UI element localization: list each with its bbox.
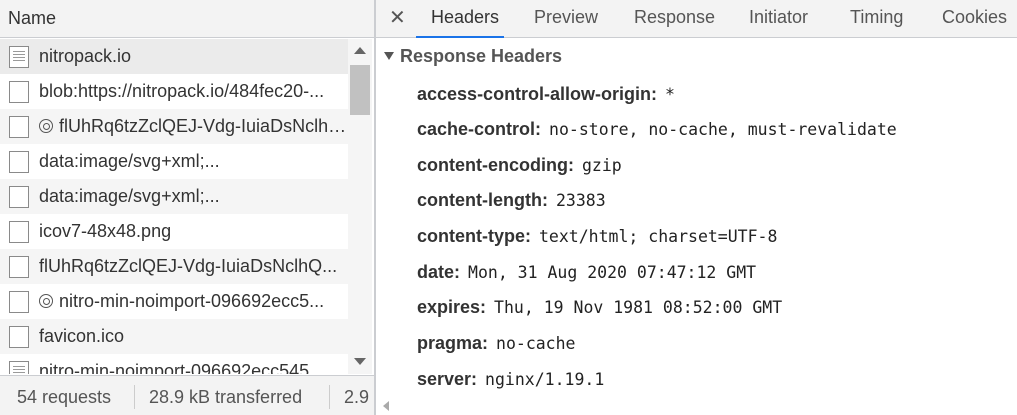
section-title: Response Headers [400, 46, 563, 66]
header-value: no-store, no-cache, must-revalidate [549, 120, 897, 139]
file-icon [9, 151, 29, 173]
response-headers-section: Response Headers access-control-allow-or… [376, 38, 1017, 398]
request-count: 54 requests [17, 387, 112, 407]
header-value: Mon, 31 Aug 2020 07:47:12 GMT [468, 263, 757, 282]
header-key: content-length: [417, 190, 548, 210]
file-icon [9, 291, 29, 313]
close-icon[interactable]: ✕ [389, 5, 406, 30]
header-row: access-control-allow-origin: * [417, 84, 675, 105]
scroll-down-arrow-icon[interactable] [354, 358, 366, 365]
request-row[interactable]: flUhRq6tzZclQEJ-Vdg-IuiaDsNclhQ... [0, 249, 348, 284]
request-row[interactable]: icov7-48x48.png [0, 214, 348, 249]
status-separator [134, 385, 135, 409]
request-list: nitropack.io blob:https://nitropack.io/4… [0, 39, 348, 374]
request-name: flUhRq6tzZclQEJ-Vdg-IuiaDsNclhQ... [59, 116, 347, 136]
file-icon [9, 116, 29, 138]
file-icon [9, 256, 29, 278]
request-list-panel: Name nitropack.io blob:https://nitropack… [0, 0, 374, 415]
tab-response[interactable]: Response [634, 7, 715, 28]
tab-preview[interactable]: Preview [534, 7, 598, 28]
request-row[interactable]: blob:https://nitropack.io/484fec20-... [0, 74, 348, 109]
header-value: nginx/1.19.1 [485, 370, 605, 389]
triangle-down-icon [384, 52, 394, 60]
request-name: blob:https://nitropack.io/484fec20-... [39, 81, 325, 101]
request-name: favicon.ico [39, 326, 125, 346]
header-key: content-encoding: [417, 155, 574, 175]
header-row: content-type: text/html; charset=UTF-8 [417, 226, 777, 247]
name-column-header[interactable]: Name [0, 0, 374, 38]
header-value: gzip [581, 156, 622, 175]
request-row[interactable]: data:image/svg+xml;... [0, 144, 348, 179]
header-key: date: [417, 262, 461, 282]
header-row: date: Mon, 31 Aug 2020 07:47:12 GMT [417, 262, 756, 283]
file-icon [9, 221, 29, 243]
request-name: data:image/svg+xml;... [39, 151, 220, 171]
header-row: cache-control: no-store, no-cache, must-r… [417, 119, 897, 140]
header-value: 23383 [555, 191, 606, 210]
gear-icon [39, 294, 53, 308]
scroll-up-arrow-icon[interactable] [354, 47, 366, 54]
document-icon [9, 361, 29, 374]
request-name: nitro-min-noimport-096692ecc5... [59, 291, 325, 311]
request-name: nitro-min-noimport-096692ecc545... [39, 361, 325, 374]
status-separator [329, 385, 330, 409]
header-row: content-encoding: gzip [417, 155, 622, 176]
request-row[interactable]: favicon.ico [0, 319, 348, 354]
tab-cookies[interactable]: Cookies [942, 7, 1007, 28]
request-row[interactable]: nitropack.io [0, 39, 348, 74]
details-horizontal-scrollbar[interactable] [376, 397, 1017, 415]
transferred-size: 28.9 kB transferred [149, 387, 303, 407]
header-key: expires: [417, 297, 487, 317]
scrollbar-thumb[interactable] [350, 65, 370, 115]
scroll-left-arrow-icon[interactable] [383, 401, 389, 411]
details-tab-bar: ✕ Headers Preview Response Initiator Tim… [376, 0, 1017, 38]
request-name: icov7-48x48.png [39, 221, 172, 241]
header-key: content-type: [417, 226, 531, 246]
request-row[interactable]: data:image/svg+xml;... [0, 179, 348, 214]
document-icon [9, 46, 29, 68]
header-key: server: [417, 369, 478, 389]
request-name: data:image/svg+xml;... [39, 186, 220, 206]
request-row[interactable]: nitro-min-noimport-096692ecc5... [0, 284, 348, 319]
header-value: Thu, 19 Nov 1981 08:52:00 GMT [494, 298, 783, 317]
request-name-wrap: nitro-min-noimport-096692ecc5... [39, 291, 347, 312]
tab-initiator[interactable]: Initiator [749, 7, 808, 28]
header-value: no-cache [496, 334, 576, 353]
request-row[interactable]: nitro-min-noimport-096692ecc545... [0, 354, 348, 374]
tab-headers[interactable]: Headers [431, 7, 499, 28]
file-icon [9, 186, 29, 208]
request-name-wrap: flUhRq6tzZclQEJ-Vdg-IuiaDsNclhQ... [39, 116, 347, 137]
response-headers-toggle[interactable]: Response Headers [384, 46, 562, 67]
request-list-scrollbar[interactable] [348, 39, 372, 374]
gear-icon [39, 119, 53, 133]
request-name: flUhRq6tzZclQEJ-Vdg-IuiaDsNclhQ... [39, 256, 338, 276]
header-row: expires: Thu, 19 Nov 1981 08:52:00 GMT [417, 297, 782, 318]
resources-size: 2.9 [344, 387, 370, 407]
name-column-label: Name [8, 8, 57, 28]
request-row[interactable]: flUhRq6tzZclQEJ-Vdg-IuiaDsNclhQ... [0, 109, 348, 144]
header-key: access-control-allow-origin: [417, 84, 658, 104]
file-icon [9, 326, 29, 348]
header-key: cache-control: [417, 119, 542, 139]
header-row: server: nginx/1.19.1 [417, 369, 604, 390]
header-value: * [665, 85, 675, 104]
network-status-bar: 54 requests 28.9 kB transferred 2.9 [0, 375, 374, 415]
request-name: nitropack.io [39, 46, 132, 66]
tab-timing[interactable]: Timing [850, 7, 903, 28]
request-details-panel: ✕ Headers Preview Response Initiator Tim… [376, 0, 1017, 415]
file-icon [9, 81, 29, 103]
header-row: pragma: no-cache [417, 333, 576, 354]
header-value: text/html; charset=UTF-8 [539, 227, 778, 246]
header-key: pragma: [417, 333, 489, 353]
header-row: content-length: 23383 [417, 190, 606, 211]
